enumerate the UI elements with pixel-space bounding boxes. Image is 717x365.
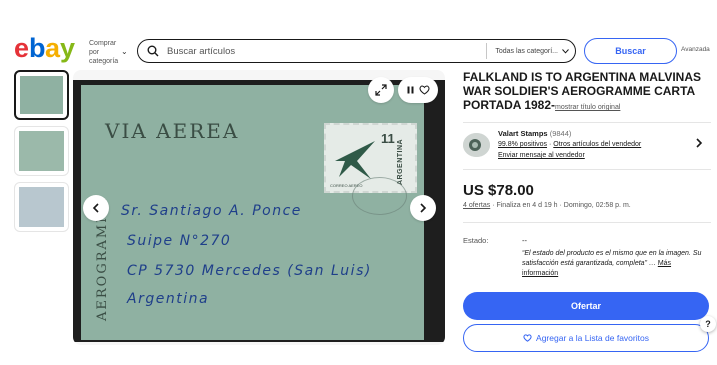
category-select-label: Todas las categorí... [495,47,558,55]
thumbnail-1[interactable] [14,70,69,120]
thumbnail-image [19,131,64,171]
help-button[interactable]: ? [700,316,716,332]
thumbnail-3[interactable] [14,182,69,232]
seller-feedback-count: (9844) [549,129,572,138]
item-price: US $78.00 [463,182,534,199]
seller-stats: 99.8% positivos · Otros artículos del ve… [498,141,641,148]
auction-info: 4 ofertas · Finaliza en 4 d 19 h · Domin… [463,202,631,209]
divider [463,169,711,170]
seller-name-text: Valart Stamps [498,129,548,138]
add-to-watchlist-button[interactable]: Agregar a la Lista de favoritos [463,324,709,352]
advanced-search-link[interactable]: Avanzada [681,46,710,53]
search-input[interactable] [159,42,487,60]
condition-description-text: “El estado del producto es el mismo que … [522,250,702,267]
seller-avatar[interactable] [463,133,490,157]
svg-text:b: b [29,33,45,63]
airplane-icon [335,141,375,179]
prev-image-button[interactable] [83,195,109,221]
divider [463,122,711,123]
divider [463,222,711,223]
place-bid-button[interactable]: Ofertar [463,292,709,320]
address-line: CP 5730 Mercedes (San Luis) [127,263,372,279]
seller-logo [463,133,490,157]
expand-button[interactable] [368,77,394,103]
address-line: Argentina [127,291,210,307]
condition-value: -- [522,236,527,245]
contact-seller-link[interactable]: Enviar mensaje al vendedor [498,152,585,159]
thumbnail-2[interactable] [14,126,69,176]
search-button[interactable]: Buscar [584,38,677,64]
thumbnail-image [20,76,63,114]
shop-by-category-line: categoría [89,58,119,65]
chevron-down-icon [562,48,569,54]
add-to-watchlist-label: Agregar a la Lista de favoritos [536,333,649,343]
thumbnail-image [19,187,64,227]
via-aerea-text: VIA AEREA [105,119,240,143]
seller-name[interactable]: Valart Stamps (9844) [498,129,571,138]
auction-ending: · Finaliza en 4 d 19 h · Domingo, 02:58 … [492,202,631,209]
aerogramme-photo: VIA AEREA AEROGRAMME 11 ARGENTINA CORREO… [73,80,445,342]
offers-link[interactable]: 4 ofertas [463,202,490,209]
shop-by-category-line: por [89,49,100,56]
chevron-down-icon: ⌄ [121,47,128,56]
item-title: FALKLAND IS TO ARGENTINA MALVINAS WAR SO… [463,70,713,115]
svg-text:y: y [60,33,75,63]
address-line: Suipe N°270 [127,233,232,249]
stamp-value: 11 [381,131,395,146]
search-icon [147,45,159,57]
svg-text:e: e [14,33,29,63]
next-arrow-icon [420,203,427,213]
condition-description: “El estado del producto es el mismo que … [522,249,707,279]
heart-icon [523,334,532,342]
main-product-image[interactable]: VIA AEREA AEROGRAMME 11 ARGENTINA CORREO… [73,70,445,345]
aerogramme-card: VIA AEREA AEROGRAMME 11 ARGENTINA CORREO… [81,85,424,340]
postmark [352,177,407,215]
svg-text:a: a [45,33,61,63]
condition-label: Estado: [463,236,489,245]
seller-chevron-right-icon[interactable] [695,137,703,151]
shop-by-category[interactable]: Comprar por categoría ⌄ [89,39,128,66]
search-bar[interactable]: Todas las categorí... [137,39,576,63]
show-original-title-link[interactable]: mostrar título original [555,104,620,111]
pause-icon[interactable] [407,86,414,94]
expand-icon [375,84,387,96]
shop-by-category-line: Comprar [89,40,117,47]
image-controls[interactable] [398,77,438,103]
prev-arrow-icon [92,203,99,213]
category-select[interactable]: Todas las categorí... [487,48,575,55]
next-image-button[interactable] [410,195,436,221]
heart-icon[interactable] [419,85,430,95]
ebay-logo[interactable]: e b a y [14,33,82,63]
seller-other-items-link[interactable]: Otros artículos del vendedor [553,141,641,148]
seller-positive-link[interactable]: 99.8% positivos [498,141,547,148]
address-line: Sr. Santiago A. Ponce [121,203,302,219]
